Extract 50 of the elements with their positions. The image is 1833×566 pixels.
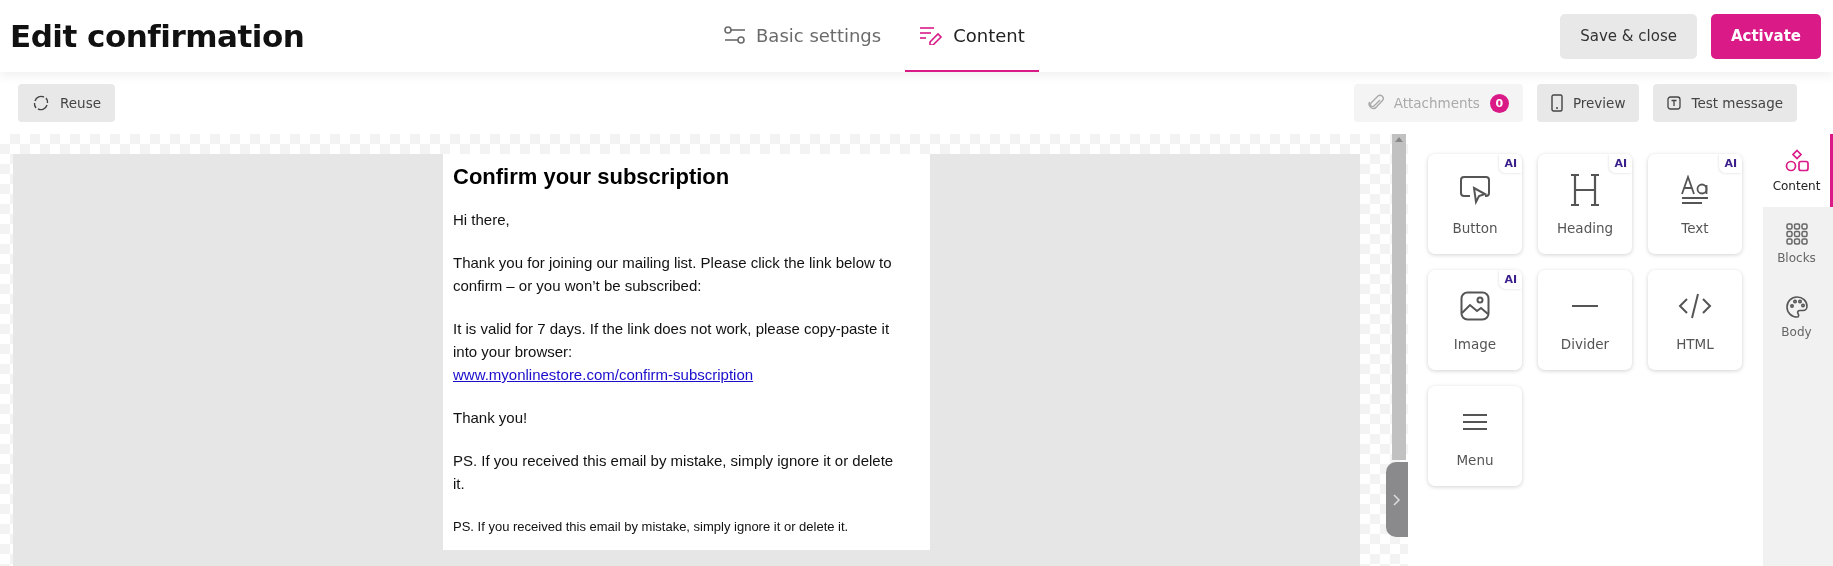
element-card[interactable]: Menu: [1428, 386, 1522, 486]
tab[interactable]: Basic settings: [710, 0, 896, 72]
element-card[interactable]: Divider: [1538, 270, 1632, 370]
email-paragraph: Hi there,: [453, 210, 511, 230]
email-heading: Confirm your subscription: [453, 164, 731, 190]
email-paragraph: Thank you for joining our mailing list. Please click the link below to confirm – or you won’t be subscribed:: [453, 253, 893, 296]
scrollbar[interactable]: [1392, 134, 1406, 460]
element-card[interactable]: AI Text: [1648, 154, 1742, 254]
ai-badge: AI: [1499, 270, 1522, 289]
ai-badge: AI: [1719, 154, 1742, 173]
email-paragraph: It is valid for 7 days. If the link does not work, please copy-paste it into your browser: www.myonlinestore.com/confirm-subscription: [453, 319, 891, 385]
reuse-button[interactable]: Reuse: [18, 84, 115, 122]
text-style-icon: [1681, 175, 1709, 205]
paperclip-icon: [1367, 94, 1384, 112]
palette-icon: [1784, 294, 1809, 319]
menu-icon: [1463, 413, 1487, 431]
email-paragraph: PS. If you received this email by mistake, simply ignore it or delete it.: [453, 451, 895, 494]
count-badge: 0: [1489, 93, 1509, 113]
pen-list-icon: [919, 25, 944, 45]
heading-icon: [1570, 173, 1600, 207]
side-tab[interactable]: Blocks: [1763, 207, 1833, 280]
element-card[interactable]: AI Button: [1428, 154, 1522, 254]
side-tab[interactable]: Content: [1763, 134, 1833, 207]
chevron-right-icon: [1393, 493, 1401, 506]
cursor-box-icon: [1459, 174, 1491, 206]
collapse-handle[interactable]: [1386, 462, 1408, 537]
side-tab[interactable]: Body: [1763, 280, 1833, 353]
element-card[interactable]: AI Image: [1428, 270, 1522, 370]
save-button[interactable]: Save & close: [1560, 13, 1697, 59]
refresh-icon: [32, 94, 50, 112]
phone-icon: [1550, 94, 1563, 112]
page-title: Edit confirmation: [10, 18, 306, 54]
line-icon: [1572, 304, 1598, 308]
preview-button[interactable]: Preview: [1536, 84, 1640, 122]
sliders-icon: [724, 25, 746, 45]
grid-icon: [1785, 222, 1808, 245]
code-icon: [1678, 292, 1712, 320]
tab[interactable]: Content: [905, 0, 1039, 72]
ai-badge: AI: [1499, 154, 1522, 173]
email-paragraph: Thank you!: [453, 408, 529, 428]
ai-badge: AI: [1609, 154, 1632, 173]
activate-button[interactable]: Activate: [1710, 13, 1821, 59]
element-card[interactable]: AI Heading: [1538, 154, 1632, 254]
test-message-button[interactable]: Test message: [1653, 84, 1797, 122]
shapes-icon: [1784, 148, 1809, 173]
email-footnote: PS. If you received this email by mistake, simply ignore it or delete it.: [453, 518, 850, 536]
text-box-icon: [1667, 96, 1682, 110]
confirm-link[interactable]: www.myonlinestore.com/confirm-subscription: [453, 366, 754, 383]
element-card[interactable]: HTML: [1648, 270, 1742, 370]
image-icon: [1460, 291, 1490, 321]
